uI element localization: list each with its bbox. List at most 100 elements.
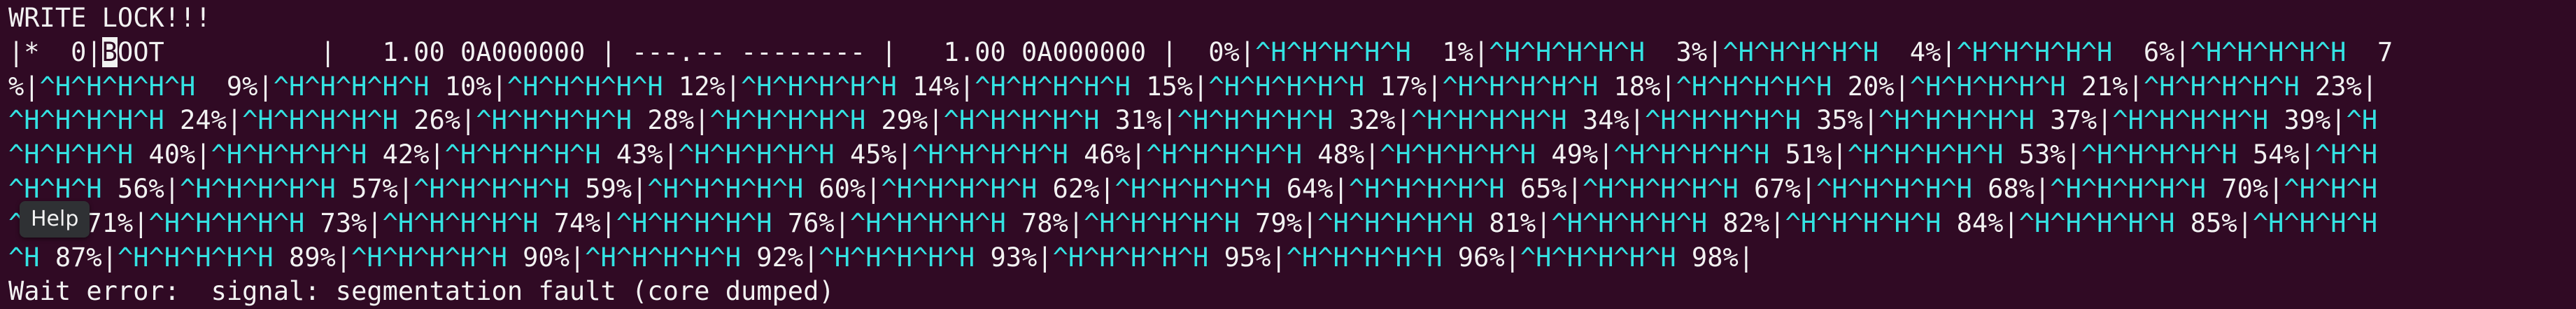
control-char-segment: ^H^H^H^H^H [2190,36,2347,67]
terminal-line: ^H^H 71%|^H^H^H^H^H 73%|^H^H^H^H^H 74%|^… [8,207,2568,241]
control-char-segment: ^H^H^H^H^H [211,139,367,170]
terminal-text-segment: %| [8,71,40,102]
terminal-line: |* 0|BOOT | 1.00 0A000000 | ---.-- -----… [8,36,2568,70]
control-char-segment: ^H^H^H^H^H [382,207,539,238]
terminal-text-segment: 40%| [133,139,211,170]
control-char-segment: ^H^H^H^H^H [1410,105,1567,136]
terminal-text-segment: 46%| [1068,139,1147,170]
terminal-text-segment: 84%| [1941,207,2019,238]
terminal-text-segment: 49%| [1536,139,1614,170]
control-char-segment: ^H [8,242,40,273]
terminal-text-segment: 57%| [335,173,414,204]
control-char-segment: ^H^H^H [8,173,102,204]
terminal-line: WRITE LOCK!!! [8,1,2568,36]
control-char-segment: ^H^H^H^H^H [444,139,601,170]
control-char-segment: ^H^H^H^H^H [975,71,1131,102]
terminal-text-segment: 70%| [2206,173,2284,204]
control-char-segment: ^H^H^H^H^H [819,242,975,273]
control-char-segment: ^H^H^H^H^H [1551,207,1708,238]
control-char-segment: ^H^H^H^H^H [413,173,569,204]
terminal-text-segment: 64%| [1271,173,1349,204]
help-tooltip: Help [20,201,90,238]
terminal-text-segment: 62%| [1037,173,1115,204]
terminal-text-segment: 24%| [164,105,243,136]
terminal-text-segment: 60%| [803,173,882,204]
terminal-text-segment: 90%| [507,242,586,273]
terminal-text-segment: 35%| [1800,105,1879,136]
control-char-segment: ^H^H^H^H^H [616,207,772,238]
control-char-segment: ^H^H^H^H^H [1582,173,1739,204]
terminal-text-segment: 89%| [273,242,352,273]
control-char-segment: ^H^H^H^H^H [1146,139,1302,170]
control-char-segment: ^H^H^H^H^H [741,71,897,102]
tooltip-label: Help [31,207,79,231]
terminal-text-segment: 45%| [834,139,913,170]
control-char-segment: ^H^H^H^H^H [585,242,742,273]
control-char-segment: ^H^H^H^H [8,139,134,170]
terminal-line: ^H^H^H 56%|^H^H^H^H^H 57%|^H^H^H^H^H 59%… [8,172,2568,207]
control-char-segment: ^H^H^H^H^H [2081,139,2237,170]
control-char-segment: ^H^H^H^H^H [1380,139,1536,170]
control-char-segment: ^H^H^H^H^H [1878,105,2035,136]
terminal-text-segment: 29%| [865,105,944,136]
text-cursor: B [101,36,118,67]
terminal-lines: WRITE LOCK!!! |* 0|BOOT | 1.00 0A000000 |… [8,1,2568,309]
terminal-output[interactable]: WRITE LOCK!!! |* 0|BOOT | 1.00 0A000000 |… [0,0,2576,308]
terminal-text-segment: 81%| [1473,207,1552,238]
control-char-segment: ^H^H^H^H^H [1489,36,1645,67]
terminal-text-segment: 54%| [2237,139,2316,170]
terminal-text-segment: 73%| [304,207,383,238]
control-char-segment: ^H^H^H^H [2252,207,2378,238]
terminal-text-segment: 15%| [1130,71,1209,102]
control-char-segment: ^H^H^H^H^H [1909,71,2066,102]
terminal-text-segment: 51%| [1769,139,1848,170]
control-char-segment: ^H^H^H^H^H [943,105,1100,136]
control-char-segment: ^H^H^H^H^H [117,242,274,273]
terminal-text-segment: 14%| [896,71,975,102]
terminal-text-segment: 93%| [975,242,1053,273]
control-char-segment: ^H^H^H^H^H [273,71,430,102]
terminal-text-segment: 26%| [397,105,476,136]
control-char-segment: ^H^H^H^H^H [1177,105,1333,136]
terminal-text-segment: OOT | 1.00 0A000000 | ---.-- -------- | … [117,36,1256,67]
control-char-segment: ^H^H^H^H^H [1255,36,1411,67]
terminal-text-segment: 65%| [1504,173,1583,204]
control-char-segment: ^H^H^H^H^H [476,105,632,136]
control-char-segment: ^H^H^H^H^H [678,139,835,170]
terminal-line: ^H^H^H^H 40%|^H^H^H^H^H 42%|^H^H^H^H^H 4… [8,138,2568,172]
control-char-segment: ^H^H^H^H^H [1052,242,1209,273]
terminal-text-segment: 92%| [741,242,819,273]
control-char-segment: ^H^H^H^H^H [647,173,804,204]
control-char-segment: ^H^H^H^H^H [1084,207,1240,238]
control-char-segment: ^H^H^H^H^H [507,71,663,102]
control-char-segment: ^H [2346,105,2378,136]
control-char-segment: ^H^H^H^H^H [2143,71,2300,102]
control-char-segment: ^H^H^H^H^H [1208,71,1365,102]
control-char-segment: ^H^H [2315,139,2378,170]
control-char-segment: ^H^H^H^H^H [39,71,196,102]
terminal-text-segment: 4%| [1878,36,1957,67]
terminal-text-segment: 28%| [632,105,710,136]
control-char-segment: ^H^H^H^H^H [2112,105,2269,136]
terminal-text-segment: 79%| [1239,207,1318,238]
control-char-segment: ^H^H^H^H^H [709,105,866,136]
control-char-segment: ^H^H^H^H^H [1816,173,1972,204]
terminal-text-segment: 37%| [2034,105,2113,136]
control-char-segment: ^H^H^H^H^H [1442,71,1599,102]
terminal-text-segment: 56%| [101,173,181,204]
terminal-text-segment: |* 0| [8,36,102,67]
terminal-text-segment: 34%| [1566,105,1646,136]
terminal-text-segment: 42%| [367,139,445,170]
control-char-segment: ^H^H^H [2284,173,2378,204]
control-char-segment: ^H^H^H^H^H [1956,36,2113,67]
control-char-segment: ^H^H^H^H^H [1286,242,1443,273]
terminal-text-segment: 9%| [195,71,274,102]
terminal-text-segment: 23%| [2299,71,2378,102]
terminal-text-segment: 76%| [772,207,850,238]
control-char-segment: ^H^H^H^H^H [1348,173,1505,204]
terminal-text-segment: 96%| [1442,242,1520,273]
control-char-segment: ^H^H^H^H^H [1676,71,1832,102]
terminal-text-segment: 48%| [1302,139,1380,170]
terminal-line: ^H 87%|^H^H^H^H^H 89%|^H^H^H^H^H 90%|^H^… [8,241,2568,275]
terminal-text-segment: 20%| [1832,71,1910,102]
